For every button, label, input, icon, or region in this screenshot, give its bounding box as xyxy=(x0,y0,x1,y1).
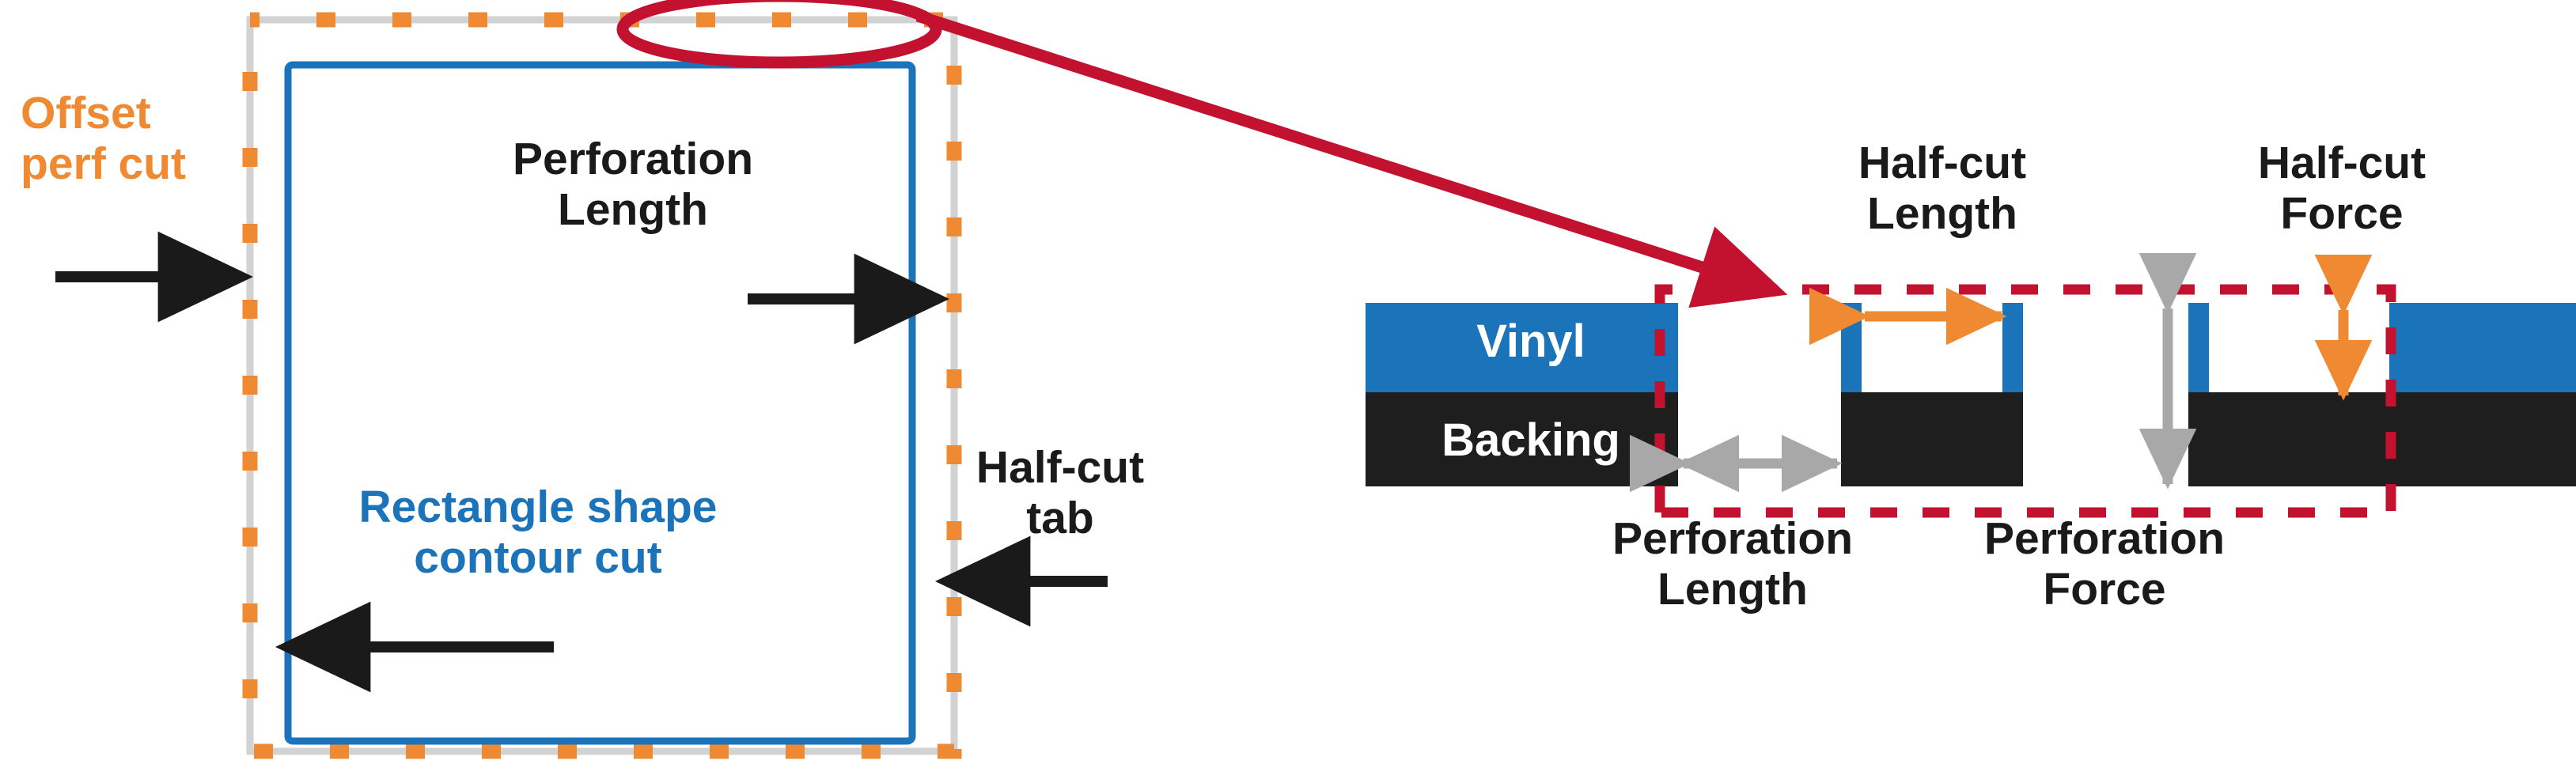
half-cut-wall-right-seg2 xyxy=(2002,303,2023,392)
half-cut-wall-left-seg3 xyxy=(2188,303,2209,392)
backing-layer-seg2 xyxy=(1841,392,2023,486)
label-rectangle-shape-contour-cut: Rectangle shape contour cut xyxy=(358,482,718,583)
label-half-cut-tab: Half-cut tab xyxy=(975,442,1145,543)
label-backing: Backing xyxy=(1441,414,1620,466)
vinyl-layer-seg4 xyxy=(2389,303,2576,392)
label-perforation-force: Perforation Force xyxy=(1983,513,2226,615)
label-half-cut-length: Half-cut Length xyxy=(1858,138,2027,239)
callout-ellipse xyxy=(616,0,942,69)
backing-layer-seg3 xyxy=(2188,392,2391,486)
label-half-cut-force: Half-cut Force xyxy=(2257,138,2426,239)
backing-layer-seg4 xyxy=(2389,392,2576,486)
callout-leader-line xyxy=(915,9,1788,308)
half-cut-wall-left-seg2 xyxy=(1841,303,1862,392)
diagram-vector-layer xyxy=(55,0,2576,759)
label-perforation-length-right: Perforation Length xyxy=(1612,513,1854,615)
label-perforation-length-left: Perforation Length xyxy=(512,134,754,235)
diagram-canvas: Offset perf cut Perforation Length Recta… xyxy=(0,0,2576,764)
label-offset-perf-cut: Offset perf cut xyxy=(21,88,187,189)
label-vinyl: Vinyl xyxy=(1476,316,1585,367)
